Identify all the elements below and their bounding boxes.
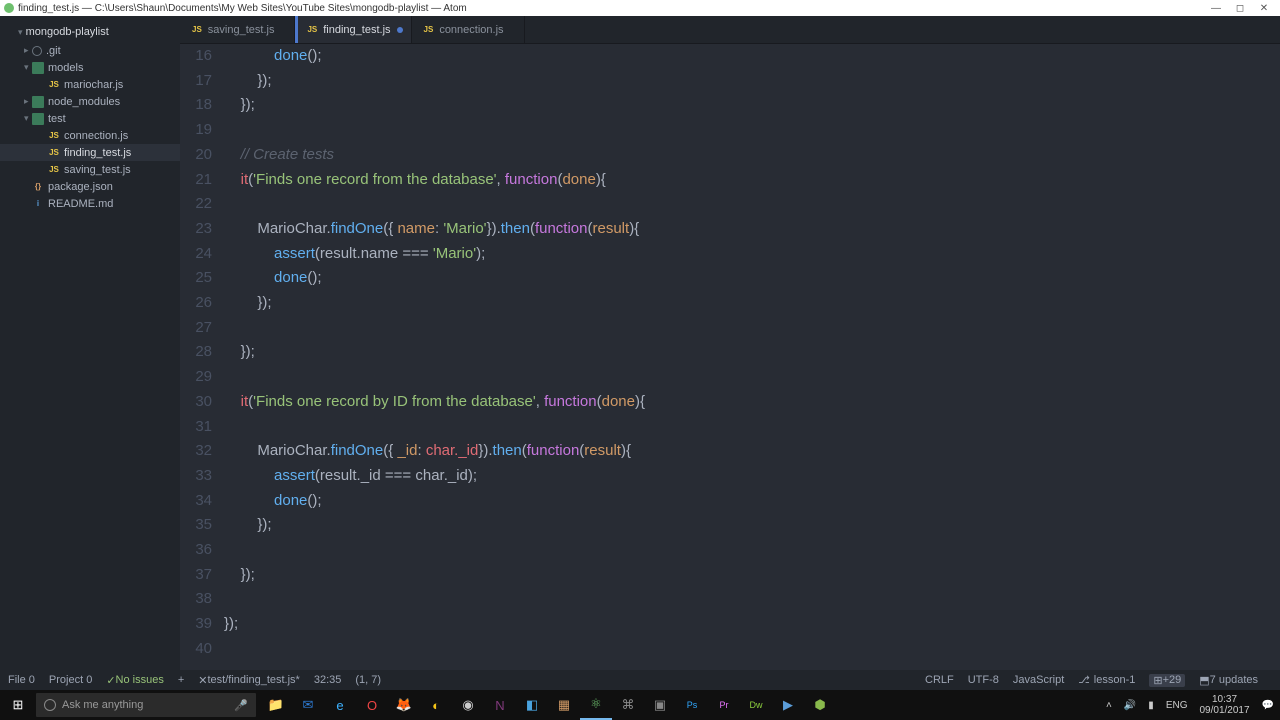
status-updates[interactable]: ⬒ 7 updates [1199, 674, 1258, 687]
js-icon: JS [192, 25, 202, 34]
tree-label: finding_test.js [64, 147, 131, 159]
cortana-search[interactable]: Ask me anything 🎤 [36, 693, 256, 717]
tree-label: node_modules [48, 96, 120, 108]
android-icon[interactable]: ⬢ [804, 690, 836, 720]
premiere-icon[interactable]: Pr [708, 690, 740, 720]
code-editor[interactable]: 16 17 18 19 20 21 22 23 24 25 26 27 28 2… [180, 44, 1280, 670]
tree-label: test [48, 113, 66, 125]
onenote-icon[interactable]: N [484, 690, 516, 720]
tab-label: saving_test.js [208, 24, 275, 36]
tree-label: .git [46, 45, 61, 57]
window-title: finding_test.js — C:\Users\Shaun\Documen… [18, 3, 467, 14]
status-git-branch[interactable]: lesson-1 [1078, 674, 1135, 686]
status-encoding[interactable]: UTF-8 [968, 674, 999, 686]
tree-item-saving_test-js[interactable]: JS saving_test.js [0, 161, 180, 178]
tree-item--git[interactable]: ▸.git [0, 42, 180, 59]
tree-item-README-md[interactable]: i README.md [0, 195, 180, 212]
tree-label: mariochar.js [64, 79, 123, 91]
minimize-button[interactable]: — [1204, 3, 1228, 14]
windows-taskbar: ⊞ Ask me anything 🎤 📁 ✉ e O 🦊 ◐ ◉ N ◧ ▦ … [0, 690, 1280, 720]
tray-wifi-icon[interactable]: ▮ [1142, 700, 1160, 711]
file-explorer-icon[interactable]: 📁 [260, 690, 292, 720]
status-line-ending[interactable]: CRLF [925, 674, 954, 686]
js-icon: JS [307, 25, 317, 34]
tree-item-connection-js[interactable]: JS connection.js [0, 127, 180, 144]
tree-label: saving_test.js [64, 164, 131, 176]
file-tree[interactable]: ▾ mongodb-playlist ▸.git▾models JS marioch… [0, 16, 180, 670]
opera-icon[interactable]: O [356, 690, 388, 720]
app-icon[interactable]: ▶ [772, 690, 804, 720]
cortana-icon [44, 699, 56, 711]
app-icon[interactable]: ▣ [644, 690, 676, 720]
tree-item-models[interactable]: ▾models [0, 59, 180, 76]
chrome-icon[interactable]: ◉ [452, 690, 484, 720]
dreamweaver-icon[interactable]: Dw [740, 690, 772, 720]
status-language[interactable]: JavaScript [1013, 674, 1064, 686]
status-project: Project 0 [49, 674, 92, 686]
close-button[interactable]: ✕ [1252, 3, 1276, 14]
photoshop-icon[interactable]: Ps [676, 690, 708, 720]
tab-label: finding_test.js [323, 24, 390, 36]
status-issues[interactable]: ✓ No issues [106, 674, 164, 687]
status-git-diff[interactable]: ⊞ +29 [1149, 674, 1185, 687]
mic-icon[interactable]: 🎤 [234, 699, 248, 712]
system-tray: ˄ 🔊 ▮ ENG 10:37 09/01/2017 💬 [1100, 690, 1280, 720]
code-area[interactable]: done(); }); }); // Create tests it('Find… [220, 44, 1280, 670]
start-button[interactable]: ⊞ [0, 690, 36, 720]
tree-label: connection.js [64, 130, 128, 142]
app-icon[interactable]: ◧ [516, 690, 548, 720]
js-icon: JS [48, 164, 60, 176]
js-icon: JS [424, 25, 434, 34]
tree-label: package.json [48, 181, 113, 193]
md-icon: i [32, 198, 44, 210]
status-bar: File 0 Project 0 ✓ No issues + ✕ test/fi… [0, 670, 1280, 690]
pinned-apps: 📁 ✉ e O 🦊 ◐ ◉ N ◧ ▦ ⚛ ⌘ ▣ Ps Pr Dw ▶ ⬢ [260, 690, 836, 720]
tree-item-package-json[interactable]: {} package.json [0, 178, 180, 195]
tab-finding_test-js[interactable]: JS finding_test.js [295, 16, 411, 43]
atom-app-icon [4, 3, 14, 13]
outlook-icon[interactable]: ✉ [292, 690, 324, 720]
js-icon: JS [48, 147, 60, 159]
os-titlebar: finding_test.js — C:\Users\Shaun\Documen… [0, 0, 1280, 16]
tab-bar: JS saving_test.js JS finding_test.js JS conne… [180, 16, 1280, 44]
folder-icon [32, 96, 44, 108]
tree-item-test[interactable]: ▾test [0, 110, 180, 127]
tray-notifications-icon[interactable]: 💬 [1256, 700, 1280, 711]
app-icon[interactable]: ▦ [548, 690, 580, 720]
tray-network-icon[interactable]: 🔊 [1118, 700, 1142, 711]
status-file: File 0 [8, 674, 35, 686]
tree-item-node_modules[interactable]: ▸node_modules [0, 93, 180, 110]
status-cursor-pos: (1, 7) [355, 674, 381, 686]
git-icon [32, 46, 42, 56]
tree-label: models [48, 62, 83, 74]
atom-taskbar-icon[interactable]: ⚛ [580, 690, 612, 720]
maximize-button[interactable]: ◻ [1228, 3, 1252, 14]
tab-label: connection.js [439, 24, 503, 36]
tree-item-mariochar-js[interactable]: JS mariochar.js [0, 76, 180, 93]
status-close-tab[interactable]: ✕ test/finding_test.js* [198, 674, 300, 687]
status-ratio: 32:35 [314, 674, 342, 686]
js-icon: JS [48, 79, 60, 91]
status-add[interactable]: + [178, 674, 184, 686]
tray-lang[interactable]: ENG [1160, 700, 1194, 711]
tree-item-finding_test-js[interactable]: JS finding_test.js [0, 144, 180, 161]
edge-icon[interactable]: e [324, 690, 356, 720]
json-icon: {} [32, 181, 44, 193]
app-icon[interactable]: ⌘ [612, 690, 644, 720]
folder-icon [32, 113, 44, 125]
tab-saving_test-js[interactable]: JS saving_test.js [180, 16, 295, 43]
dirty-indicator [397, 27, 403, 33]
search-placeholder: Ask me anything [62, 699, 143, 711]
folder-icon [32, 62, 44, 74]
project-root[interactable]: ▾ mongodb-playlist [0, 22, 180, 42]
app-icon[interactable]: ◐ [420, 690, 452, 720]
tab-connection-js[interactable]: JS connection.js [412, 16, 525, 43]
tray-chevron[interactable]: ˄ [1100, 700, 1118, 711]
line-gutter: 16 17 18 19 20 21 22 23 24 25 26 27 28 2… [180, 44, 220, 670]
tray-clock[interactable]: 10:37 09/01/2017 [1193, 694, 1255, 716]
tree-label: README.md [48, 198, 113, 210]
js-icon: JS [48, 130, 60, 142]
firefox-icon[interactable]: 🦊 [388, 690, 420, 720]
